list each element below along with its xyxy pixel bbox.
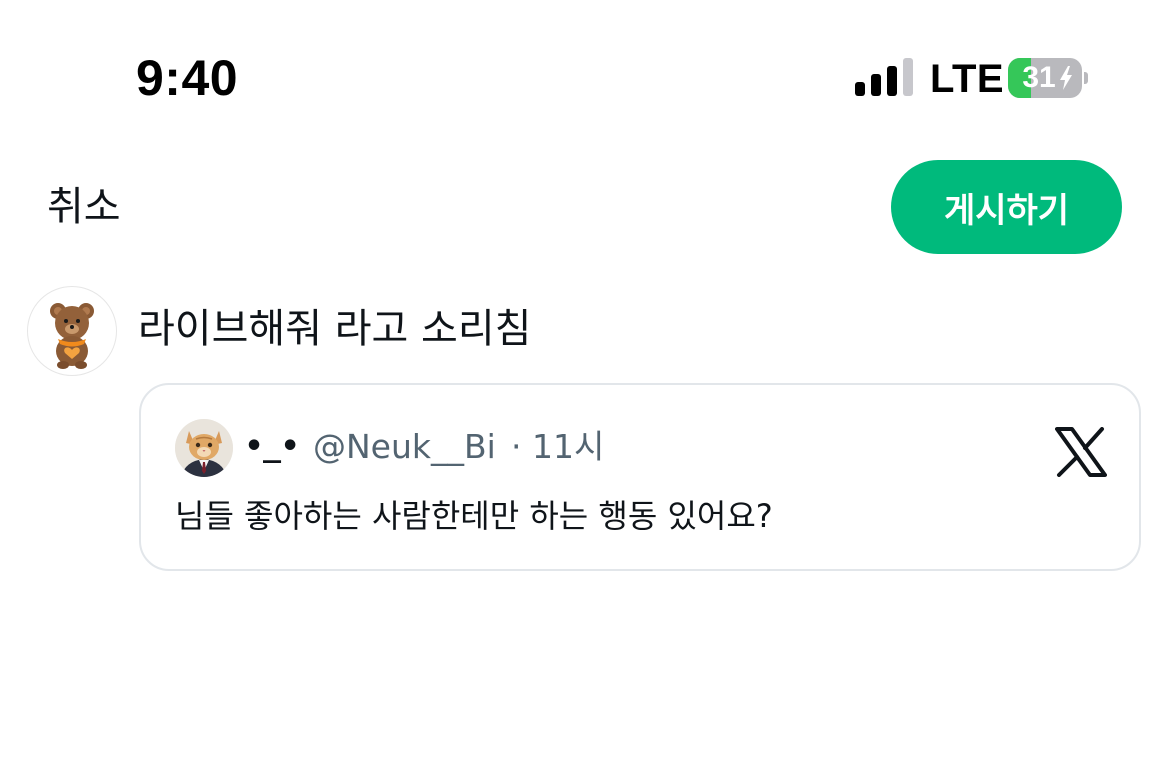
quoted-display-name: •_•	[245, 429, 300, 464]
cat-in-suit-avatar	[175, 419, 233, 477]
cellular-signal-icon	[855, 58, 913, 96]
x-logo-icon	[1055, 427, 1107, 477]
separator-dot: ·	[511, 427, 522, 466]
teddy-bear-avatar	[50, 303, 94, 369]
bolt-icon	[1060, 66, 1072, 90]
battery-indicator: 31	[1008, 58, 1088, 98]
post-button[interactable]: 게시하기	[891, 160, 1122, 254]
quoted-tweet-card[interactable]: •_• @Neuk__Bi · 11시 님들 좋아하는 사람한테만 하는 행동 …	[139, 383, 1141, 571]
quoted-timestamp: 11시	[532, 427, 605, 466]
quoted-author-avatar	[175, 419, 233, 477]
network-type-label: LTE	[930, 57, 1005, 101]
avatar[interactable]	[27, 286, 117, 376]
status-time: 9:40	[136, 50, 239, 106]
battery-cap	[1084, 72, 1088, 84]
compose-text-input[interactable]: 라이브해줘 라고 소리침	[138, 302, 531, 356]
quoted-tweet-text: 님들 좋아하는 사람한테만 하는 행동 있어요?	[175, 497, 773, 535]
battery-body: 31	[1008, 58, 1082, 98]
status-bar: 9:40 LTE 31	[0, 0, 1170, 140]
cancel-button[interactable]: 취소	[47, 180, 121, 234]
quoted-handle: @Neuk__Bi	[313, 427, 496, 466]
